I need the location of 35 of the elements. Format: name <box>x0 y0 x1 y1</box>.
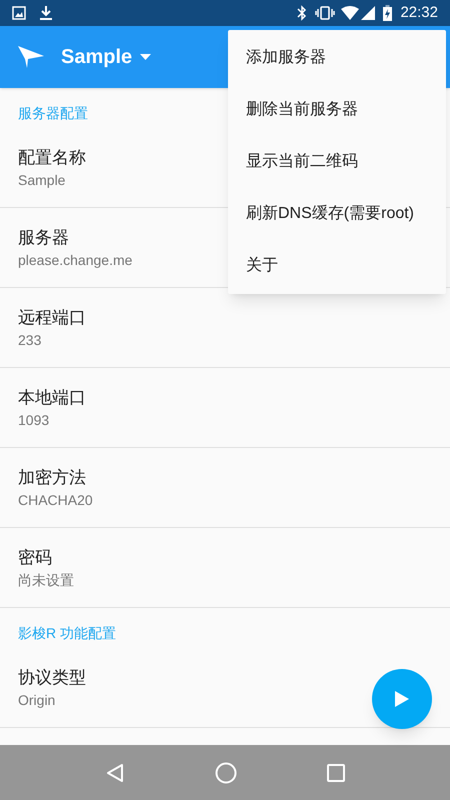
preference-title: 加密方法 <box>18 467 86 489</box>
section-header: 服务器配置 <box>18 104 88 123</box>
preference-title: 服务器 <box>18 227 69 249</box>
signal-icon <box>361 6 376 20</box>
menu-item[interactable]: 显示当前二维码 <box>228 136 446 188</box>
battery-charging-icon <box>383 5 392 21</box>
play-icon <box>395 691 409 707</box>
caret-icon <box>140 54 152 60</box>
preference-value: Sample <box>18 171 66 190</box>
preference-value: please.change.me <box>18 251 132 270</box>
menu-item[interactable]: 添加服务器 <box>228 32 446 84</box>
preference-row[interactable]: 密码 尚未设置 <box>0 528 450 608</box>
preference-title: 远程端口 <box>18 307 86 329</box>
wifi-icon <box>341 6 360 20</box>
home-icon[interactable] <box>215 762 237 784</box>
download-icon <box>39 5 53 21</box>
preference-title: 配置名称 <box>18 147 86 169</box>
preference-value: 尚未设置 <box>18 571 74 590</box>
paper-plane-icon <box>18 46 44 68</box>
status-time: 22:32 <box>400 2 438 23</box>
preference-title: 密码 <box>18 547 52 569</box>
preference-value: Origin <box>18 691 56 710</box>
preference-value: 233 <box>18 331 42 350</box>
vibrate-icon <box>315 6 336 20</box>
preference-value: 1093 <box>18 411 50 430</box>
back-icon[interactable] <box>105 762 125 782</box>
recents-icon[interactable] <box>327 764 345 782</box>
preference-title: 协议类型 <box>18 667 86 689</box>
preference-row[interactable]: 本地端口 1093 <box>0 368 450 448</box>
preference-row[interactable]: 加密方法 CHACHA20 <box>0 448 450 528</box>
preference-title: 本地端口 <box>18 387 86 409</box>
section-header: 影梭R 功能配置 <box>18 624 116 643</box>
bluetooth-icon <box>297 5 308 21</box>
image-icon <box>12 6 26 20</box>
preference-value: CHACHA20 <box>18 491 93 510</box>
